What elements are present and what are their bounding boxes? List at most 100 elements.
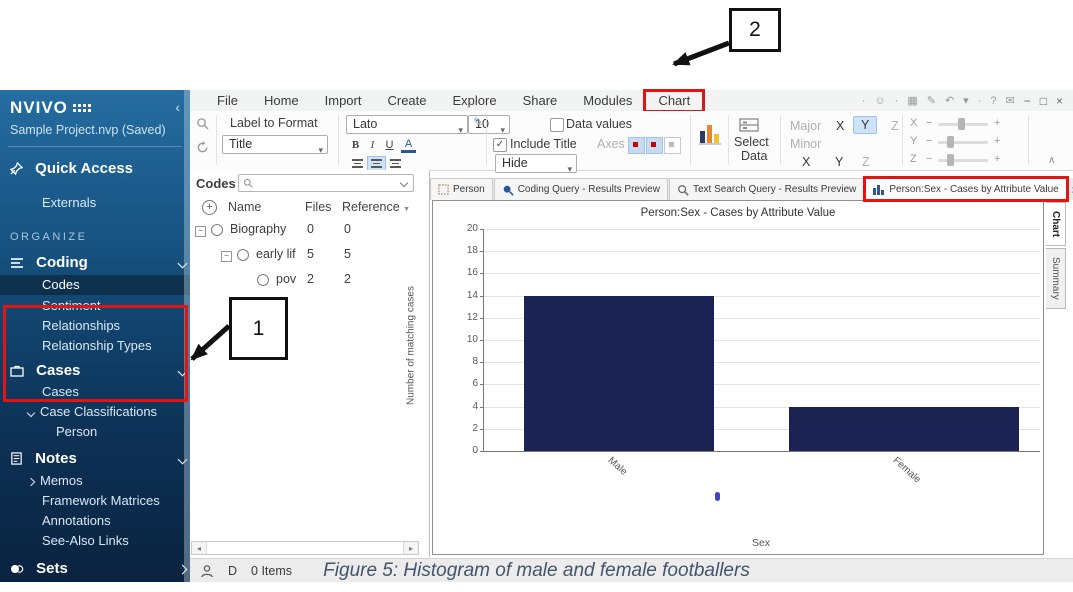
edit-icon[interactable]: ✎ (927, 91, 936, 111)
help-icon[interactable]: ? (990, 91, 996, 111)
select-data-label-1[interactable]: Select (734, 135, 769, 149)
menu-modules[interactable]: Modules (570, 91, 645, 111)
close-icon[interactable]: × (1056, 91, 1063, 111)
separator-dot-icon[interactable]: · (862, 91, 866, 111)
refresh-icon[interactable] (196, 141, 209, 154)
sidebar-collapse-icon[interactable]: ‹ (175, 99, 180, 115)
slider-thumb[interactable] (958, 118, 965, 130)
rotation-z-slider[interactable] (938, 159, 988, 162)
menu-explore[interactable]: Explore (440, 91, 510, 111)
gridlines-major-z-toggle[interactable]: Z (891, 119, 899, 133)
include-title-checkbox[interactable]: ✓ (493, 138, 507, 152)
align-center-button[interactable] (367, 156, 386, 171)
rotation-y-slider[interactable] (938, 141, 988, 144)
comment-icon[interactable]: ✉ (1006, 91, 1015, 111)
sidebar-item-case-classifications[interactable]: Case Classifications (0, 402, 190, 422)
axes-y-toggle[interactable] (646, 137, 663, 154)
italic-button[interactable]: I (365, 138, 380, 153)
pencil-icon[interactable]: ✎ (473, 115, 483, 129)
menu-file[interactable]: File (204, 91, 251, 111)
data-values-checkbox[interactable] (550, 118, 564, 132)
menu-import[interactable]: Import (312, 91, 375, 111)
sidebar-quick-access[interactable]: Quick Access (0, 158, 190, 180)
tab-person[interactable]: Person (430, 178, 493, 200)
sidebar-item-framework-matrices[interactable]: Framework Matrices (0, 491, 190, 511)
select-data-icon[interactable] (739, 118, 759, 132)
slider-thumb[interactable] (947, 154, 954, 166)
plus-icon[interactable]: + (994, 117, 1000, 129)
code-files: 5 (307, 247, 314, 261)
align-left-button[interactable] (348, 156, 367, 171)
tab-summary-view[interactable]: Summary (1046, 248, 1066, 309)
sidebar-item-codes[interactable]: Codes (0, 275, 190, 295)
plus-icon[interactable]: + (994, 135, 1000, 147)
legend-marker (715, 492, 720, 501)
horizontal-scrollbar[interactable]: ◂ ▸ (191, 541, 419, 555)
hide-dropdown[interactable]: Hide ▾ (495, 154, 577, 173)
minus-icon[interactable]: − (926, 135, 932, 147)
bar-female[interactable] (789, 407, 1019, 451)
sidebar-item-memos[interactable]: Memos (0, 471, 190, 491)
sidebar-item-annotations[interactable]: Annotations (0, 511, 190, 531)
tab-coding-query[interactable]: Coding Query - Results Preview (494, 178, 668, 200)
save-icon[interactable]: ▦ (907, 91, 917, 111)
column-header-files[interactable]: Files (305, 200, 331, 214)
restore-icon[interactable]: □ (1040, 91, 1047, 111)
chevron-down-icon[interactable] (400, 179, 408, 187)
select-data-label-2[interactable]: Data (741, 149, 767, 163)
tree-collapse-icon[interactable]: − (195, 226, 206, 237)
format-target-dropdown[interactable]: Title ▾ (222, 135, 328, 154)
font-name-dropdown[interactable]: Lato ▾ (346, 115, 468, 134)
sidebar-item-externals[interactable]: Externals (0, 193, 190, 213)
font-color-button[interactable]: A (401, 138, 416, 153)
bar-male[interactable] (524, 296, 714, 451)
scroll-right-icon[interactable]: ▸ (404, 544, 418, 553)
add-code-icon[interactable]: + (202, 200, 217, 215)
rotation-x-slider[interactable] (938, 123, 988, 126)
chart-type-button[interactable] (698, 119, 722, 145)
tab-chart-view[interactable]: Chart (1046, 202, 1066, 246)
bold-button[interactable]: B (348, 138, 363, 153)
gridlines-minor-y-toggle[interactable]: Y (835, 155, 843, 169)
slider-thumb[interactable] (947, 136, 954, 148)
zoom-icon[interactable] (196, 117, 209, 130)
minus-icon[interactable]: − (926, 117, 932, 129)
sidebar-item-see-also-links[interactable]: See-Also Links (0, 531, 190, 551)
rotation-y-row: Y − + (910, 135, 917, 149)
chart-tab-icon (873, 184, 885, 195)
column-header-reference[interactable]: Reference ▼ (342, 200, 410, 214)
tab-text-search-query[interactable]: Text Search Query - Results Preview (669, 178, 864, 200)
codes-search-box[interactable] (238, 174, 414, 192)
tree-collapse-icon[interactable]: − (221, 251, 232, 262)
gridlines-minor-z-toggle[interactable]: Z (862, 155, 870, 169)
sidebar-group-coding[interactable]: Coding (0, 252, 190, 274)
y-axis-title: Number of matching cases (406, 276, 417, 416)
separator-dot-icon[interactable]: · (895, 91, 899, 111)
scroll-left-icon[interactable]: ◂ (192, 544, 206, 553)
menu-share[interactable]: Share (510, 91, 571, 111)
gridlines-major-x-toggle[interactable]: X (836, 119, 844, 133)
sidebar-item-person[interactable]: Person (0, 422, 190, 442)
underline-button[interactable]: U (382, 138, 397, 153)
axes-z-toggle[interactable] (664, 137, 681, 154)
separator-dot-icon[interactable]: · (978, 91, 982, 111)
column-header-name[interactable]: Name (228, 200, 261, 214)
scrollbar-track[interactable] (206, 542, 404, 554)
search-input[interactable] (253, 176, 401, 190)
plus-icon[interactable]: + (994, 153, 1000, 165)
feedback-icon[interactable]: ☺ (874, 91, 885, 111)
menu-home[interactable]: Home (251, 91, 312, 111)
sidebar-group-notes[interactable]: Notes (0, 448, 190, 470)
ribbon-collapse-icon[interactable]: ∧ (1048, 155, 1055, 166)
menu-chart[interactable]: Chart (645, 91, 703, 111)
undo-icon[interactable]: ↶ (945, 91, 954, 111)
gridlines-major-y-toggle[interactable]: Y (853, 116, 877, 134)
minimize-icon[interactable]: − (1024, 91, 1031, 111)
menu-create[interactable]: Create (374, 91, 439, 111)
gridlines-minor-x-toggle[interactable]: X (802, 155, 810, 169)
tab-person-sex-chart[interactable]: Person:Sex - Cases by Attribute Value (865, 178, 1066, 200)
filter-icon[interactable]: ▾ (963, 91, 969, 111)
align-right-button[interactable] (386, 156, 405, 171)
minus-icon[interactable]: − (926, 153, 932, 165)
axes-x-toggle[interactable] (628, 137, 645, 154)
